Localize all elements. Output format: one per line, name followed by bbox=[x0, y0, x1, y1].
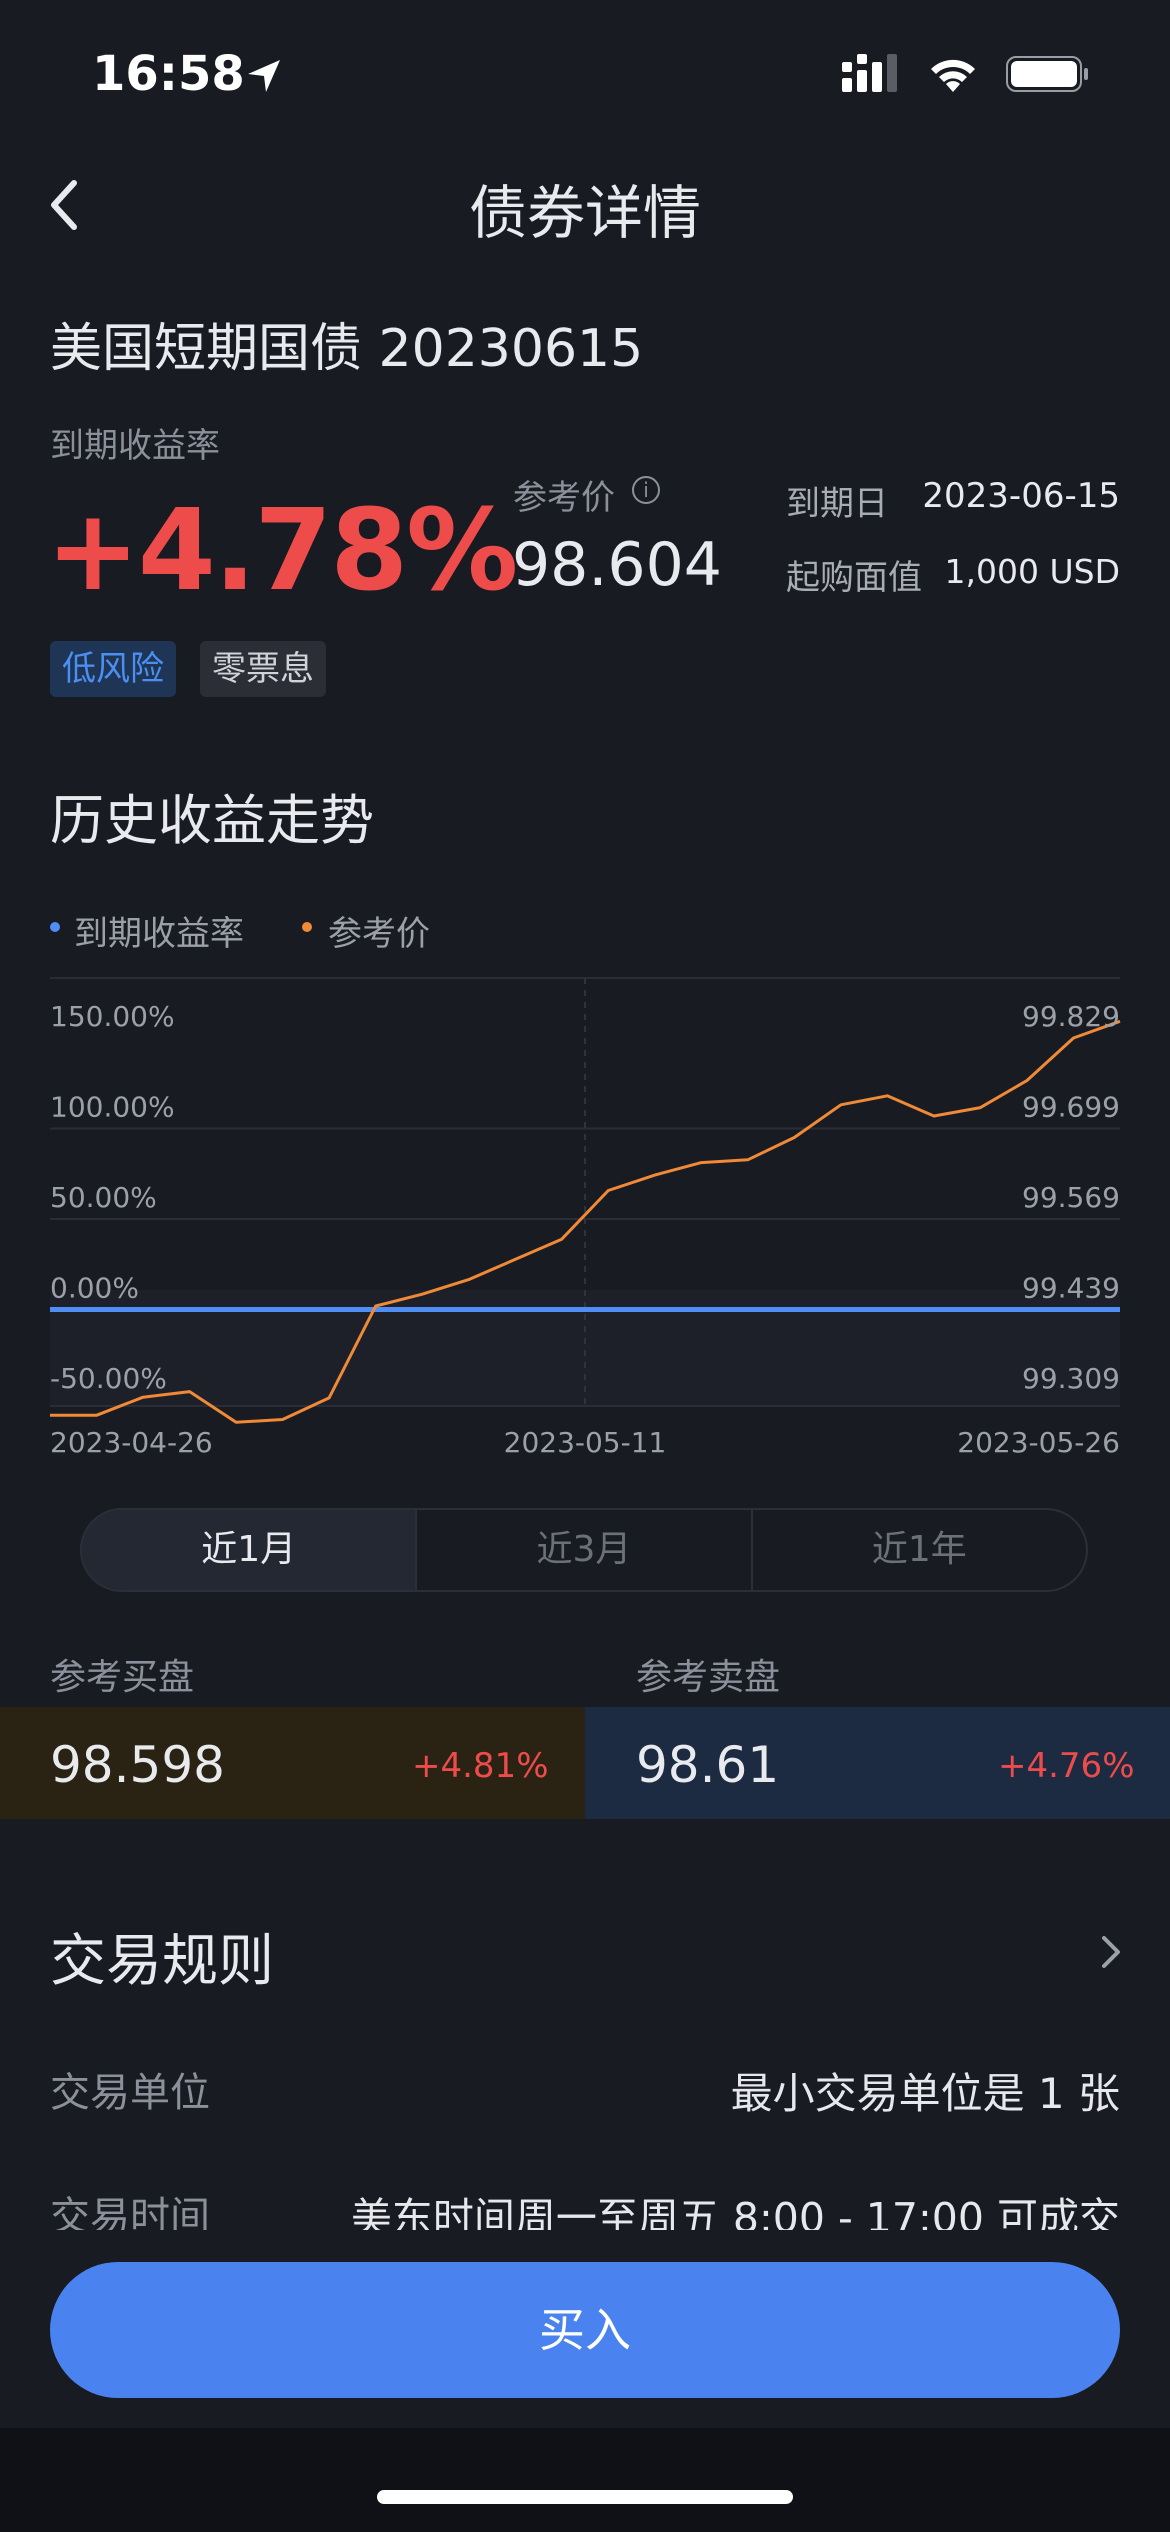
history-title: 历史收益走势 bbox=[50, 789, 374, 852]
ytm-label: 到期收益率 bbox=[50, 426, 220, 466]
chevron-right-icon[interactable] bbox=[1096, 1932, 1126, 1972]
ref-price-label: 参考价 bbox=[513, 478, 615, 518]
ref-price-value: 98.604 bbox=[512, 530, 722, 600]
legend-ytm: 到期收益率 bbox=[74, 914, 244, 954]
wifi-icon bbox=[931, 59, 975, 92]
bid-price: 98.598 bbox=[50, 1736, 225, 1794]
face-value: 1,000 USD bbox=[944, 552, 1120, 591]
info-icon[interactable]: i bbox=[632, 476, 660, 504]
tab-1-month[interactable]: 近1月 bbox=[82, 1510, 416, 1590]
ask-price: 98.61 bbox=[636, 1736, 780, 1794]
chart-right-tick: 99.439 bbox=[1022, 1272, 1120, 1305]
home-indicator[interactable] bbox=[377, 2490, 793, 2504]
bid-label: 参考买盘 bbox=[50, 1657, 195, 1698]
page-title: 债券详情 bbox=[468, 179, 701, 247]
buy-button[interactable]: 买入 bbox=[50, 2262, 1120, 2398]
ask-label: 参考卖盘 bbox=[636, 1657, 781, 1698]
tab-1-year[interactable]: 近1年 bbox=[750, 1510, 1086, 1590]
status-indicators bbox=[842, 54, 1090, 94]
maturity-value: 2023-06-15 bbox=[922, 476, 1120, 516]
period-tabs: 近1月 近3月 近1年 bbox=[80, 1508, 1088, 1592]
chart-left-tick: 50.00% bbox=[50, 1181, 157, 1214]
chart-left-tick: 150.00% bbox=[50, 1000, 175, 1033]
chart-x-tick: 2023-05-26 bbox=[957, 1426, 1120, 1459]
chart-left-tick: 0.00% bbox=[50, 1272, 139, 1305]
location-arrow-icon bbox=[248, 60, 280, 92]
chart-right-tick: 99.569 bbox=[1022, 1181, 1120, 1214]
ask-change: +4.76% bbox=[998, 1746, 1135, 1786]
chart-x-tick: 2023-04-26 bbox=[50, 1426, 213, 1459]
face-value-label: 起购面值 bbox=[786, 558, 922, 598]
chart-right-tick: 99.699 bbox=[1022, 1091, 1120, 1124]
bid-change: +4.81% bbox=[412, 1746, 549, 1786]
chart-x-tick: 2023-05-11 bbox=[504, 1426, 667, 1459]
tab-3-month[interactable]: 近3月 bbox=[415, 1510, 750, 1590]
bond-name: 美国短期国债 20230615 bbox=[50, 319, 644, 379]
status-time: 16:58 bbox=[92, 46, 245, 102]
chart-right-tick: 99.309 bbox=[1022, 1362, 1120, 1395]
legend-ref: 参考价 bbox=[328, 914, 430, 954]
rules-title[interactable]: 交易规则 bbox=[50, 1916, 274, 1997]
legend-marker-ytm bbox=[50, 922, 60, 932]
maturity-label: 到期日 bbox=[786, 484, 888, 524]
battery-icon bbox=[1006, 56, 1088, 92]
chart-left-tick: -50.00% bbox=[50, 1362, 167, 1395]
home-bar-area bbox=[0, 2428, 1170, 2532]
trade-unit-value: 最小交易单位是 1 张 bbox=[730, 2069, 1120, 2118]
tag-low-risk: 低风险 bbox=[50, 641, 176, 697]
trade-unit-label: 交易单位 bbox=[50, 2070, 210, 2116]
chart-right-tick: 99.829 bbox=[1022, 1000, 1120, 1033]
tag-zero-coupon: 零票息 bbox=[200, 641, 326, 697]
signal-icon bbox=[842, 54, 897, 92]
ytm-value: +4.78% bbox=[46, 486, 518, 616]
legend-marker-ref bbox=[302, 922, 312, 932]
chart-left-tick: 100.00% bbox=[50, 1091, 175, 1124]
yield-chart[interactable]: 150.00% 99.829 100.00% 99.699 50.00% 99.569 0.… bbox=[0, 960, 1170, 1460]
